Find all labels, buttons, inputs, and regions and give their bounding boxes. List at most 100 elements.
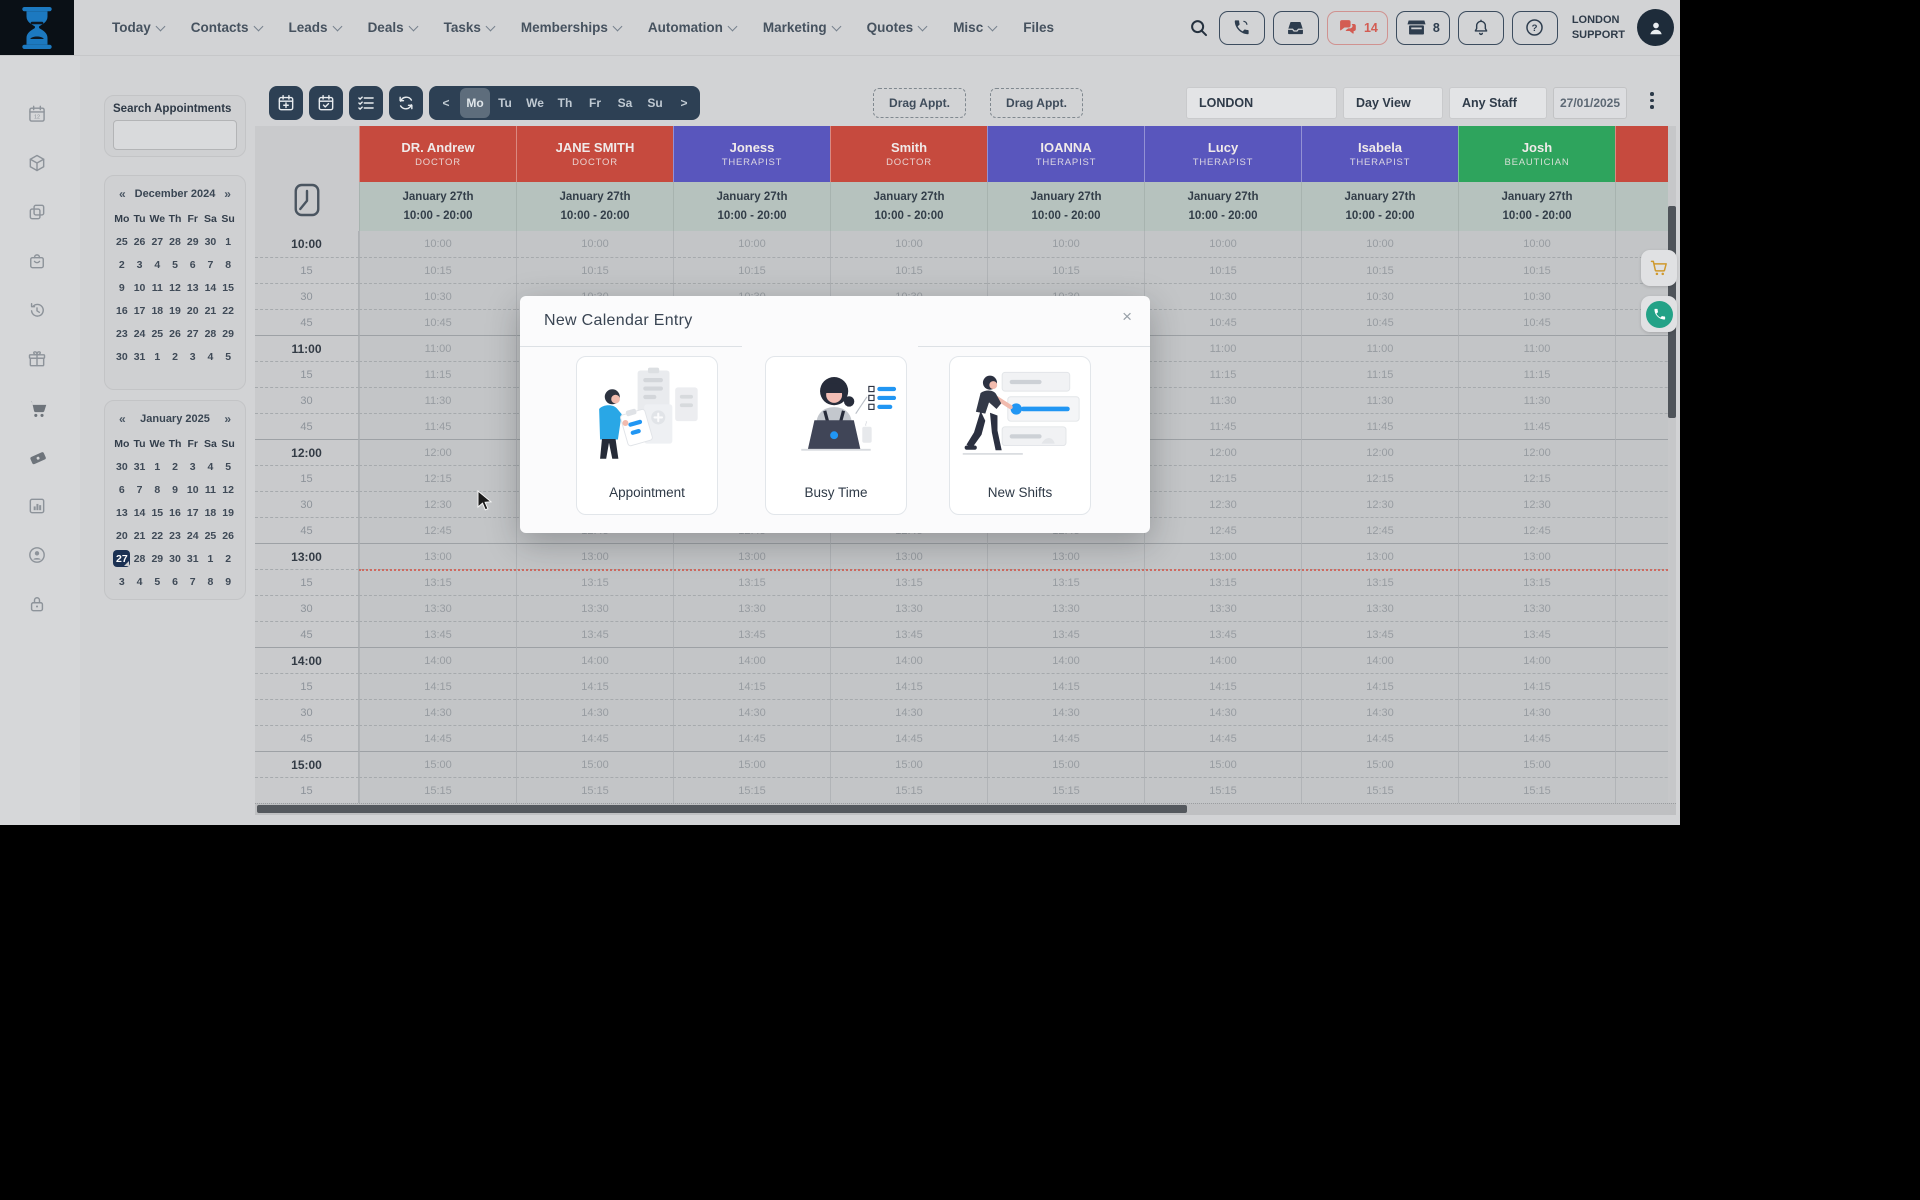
time-slot[interactable]: 14:30 [516, 699, 673, 725]
day-cell[interactable]: 27 [148, 230, 166, 253]
time-slot[interactable]: 14:30 [1301, 699, 1458, 725]
nav-item-leads[interactable]: Leads [289, 20, 341, 35]
day-cell[interactable]: 14 [131, 501, 149, 524]
time-slot[interactable]: 10:00 [359, 231, 516, 257]
horizontal-scrollbar-thumb[interactable] [257, 805, 1187, 813]
time-slot[interactable]: 10:15 [1458, 257, 1615, 283]
day-cell[interactable]: 28 [131, 547, 149, 570]
time-slot[interactable]: 10:00 [516, 231, 673, 257]
time-slot[interactable]: 14:00 [1458, 647, 1615, 673]
day-cell[interactable]: 8 [202, 570, 220, 593]
chat-button[interactable]: 14 [1327, 11, 1388, 45]
time-slot[interactable]: 13:30 [1458, 595, 1615, 621]
day-cell[interactable]: 28 [166, 230, 184, 253]
time-slot[interactable]: 12:45 [1615, 517, 1676, 543]
day-cell[interactable]: 3 [113, 570, 131, 593]
time-slot[interactable]: 14:45 [1144, 725, 1301, 751]
time-slot[interactable]: 10:00 [673, 231, 830, 257]
day-cell[interactable]: 4 [131, 570, 149, 593]
day-cell[interactable]: 4 [148, 253, 166, 276]
time-slot[interactable]: 13:45 [987, 621, 1144, 647]
time-slot[interactable]: 14:00 [1615, 647, 1676, 673]
time-slot[interactable]: 13:00 [1144, 543, 1301, 569]
new-shifts-option[interactable]: New Shifts [949, 356, 1091, 515]
time-slot[interactable]: 11:00 [1144, 335, 1301, 361]
staff-column-header[interactable]: JANE SMITHDOCTOR [516, 126, 673, 182]
copy-icon[interactable] [27, 202, 53, 228]
time-slot[interactable]: 10:15 [673, 257, 830, 283]
time-slot[interactable]: 11:45 [359, 413, 516, 439]
time-slot[interactable]: 15:00 [1301, 751, 1458, 777]
time-slot[interactable]: 10:15 [830, 257, 987, 283]
next-day-button[interactable]: > [670, 96, 698, 110]
day-cell[interactable]: 30 [113, 345, 131, 368]
prev-month-button[interactable]: « [119, 412, 126, 426]
day-cell[interactable]: 26 [166, 322, 184, 345]
staff-column-header[interactable] [1615, 126, 1676, 182]
day-cell[interactable]: 5 [219, 455, 237, 478]
time-slot[interactable]: 11:45 [1458, 413, 1615, 439]
time-slot[interactable]: 14:00 [1144, 647, 1301, 673]
next-month-button[interactable]: » [224, 187, 231, 201]
time-slot[interactable]: 15:15 [1301, 777, 1458, 803]
day-cell[interactable]: 6 [166, 570, 184, 593]
time-slot[interactable]: 13:45 [516, 621, 673, 647]
time-slot[interactable]: 14:15 [1615, 673, 1676, 699]
day-cell[interactable]: 1 [148, 345, 166, 368]
staff-column-header[interactable]: IsabelaTHERAPIST [1301, 126, 1458, 182]
time-slot[interactable]: 14:30 [1144, 699, 1301, 725]
day-cell[interactable]: 2 [166, 455, 184, 478]
time-slot[interactable]: 11:00 [1301, 335, 1458, 361]
checklist-button[interactable] [349, 86, 383, 120]
time-slot[interactable]: 10:15 [359, 257, 516, 283]
time-slot[interactable]: 10:30 [1144, 283, 1301, 309]
time-slot[interactable]: 11:15 [1301, 361, 1458, 387]
day-cell[interactable]: 20 [113, 524, 131, 547]
time-slot[interactable]: 12:00 [1144, 439, 1301, 465]
time-slot[interactable]: 13:00 [1458, 543, 1615, 569]
day-cell[interactable]: 30 [202, 230, 220, 253]
time-slot[interactable]: 14:15 [1301, 673, 1458, 699]
day-cell[interactable]: 25 [113, 230, 131, 253]
day-cell[interactable]: 7 [202, 253, 220, 276]
day-cell[interactable]: 2 [219, 547, 237, 570]
day-cell[interactable]: 4 [202, 455, 220, 478]
nav-item-automation[interactable]: Automation [648, 20, 736, 35]
time-slot[interactable]: 14:45 [516, 725, 673, 751]
time-slot[interactable]: 12:15 [1144, 465, 1301, 491]
time-slot[interactable]: 13:15 [1615, 569, 1676, 595]
busy-time-option[interactable]: Busy Time [765, 356, 907, 515]
time-slot[interactable]: 13:45 [1144, 621, 1301, 647]
time-slot[interactable]: 11:30 [1301, 387, 1458, 413]
time-slot[interactable]: 15:00 [516, 751, 673, 777]
time-slot[interactable]: 15:15 [359, 777, 516, 803]
day-cell[interactable]: 17 [131, 299, 149, 322]
day-cell[interactable]: 26 [131, 230, 149, 253]
day-cell[interactable]: 24 [131, 322, 149, 345]
day-cell[interactable]: 8 [219, 253, 237, 276]
time-slot[interactable]: 14:45 [987, 725, 1144, 751]
package-icon[interactable] [27, 153, 53, 179]
day-tab-tu[interactable]: Tu [490, 88, 520, 118]
day-cell[interactable]: 5 [166, 253, 184, 276]
day-cell[interactable]: 1 [219, 230, 237, 253]
day-cell[interactable]: 10 [184, 478, 202, 501]
help-button[interactable]: ? [1512, 11, 1558, 45]
time-slot[interactable]: 12:45 [1458, 517, 1615, 543]
day-cell[interactable]: 8 [148, 478, 166, 501]
time-slot[interactable]: 15:15 [1458, 777, 1615, 803]
nav-item-marketing[interactable]: Marketing [763, 20, 840, 35]
day-cell[interactable]: 22 [148, 524, 166, 547]
orders-icon[interactable] [27, 251, 53, 277]
nav-item-contacts[interactable]: Contacts [191, 20, 262, 35]
day-cell[interactable]: 25 [202, 524, 220, 547]
time-slot[interactable]: 13:00 [830, 543, 987, 569]
time-slot[interactable]: 12:00 [1458, 439, 1615, 465]
selected-day[interactable]: 27 [113, 547, 131, 570]
time-slot[interactable]: 13:45 [1615, 621, 1676, 647]
refresh-button[interactable] [389, 86, 423, 120]
time-slot[interactable]: 11:45 [1144, 413, 1301, 439]
day-cell[interactable]: 27 [184, 322, 202, 345]
day-cell[interactable]: 28 [202, 322, 220, 345]
day-cell[interactable]: 5 [219, 345, 237, 368]
